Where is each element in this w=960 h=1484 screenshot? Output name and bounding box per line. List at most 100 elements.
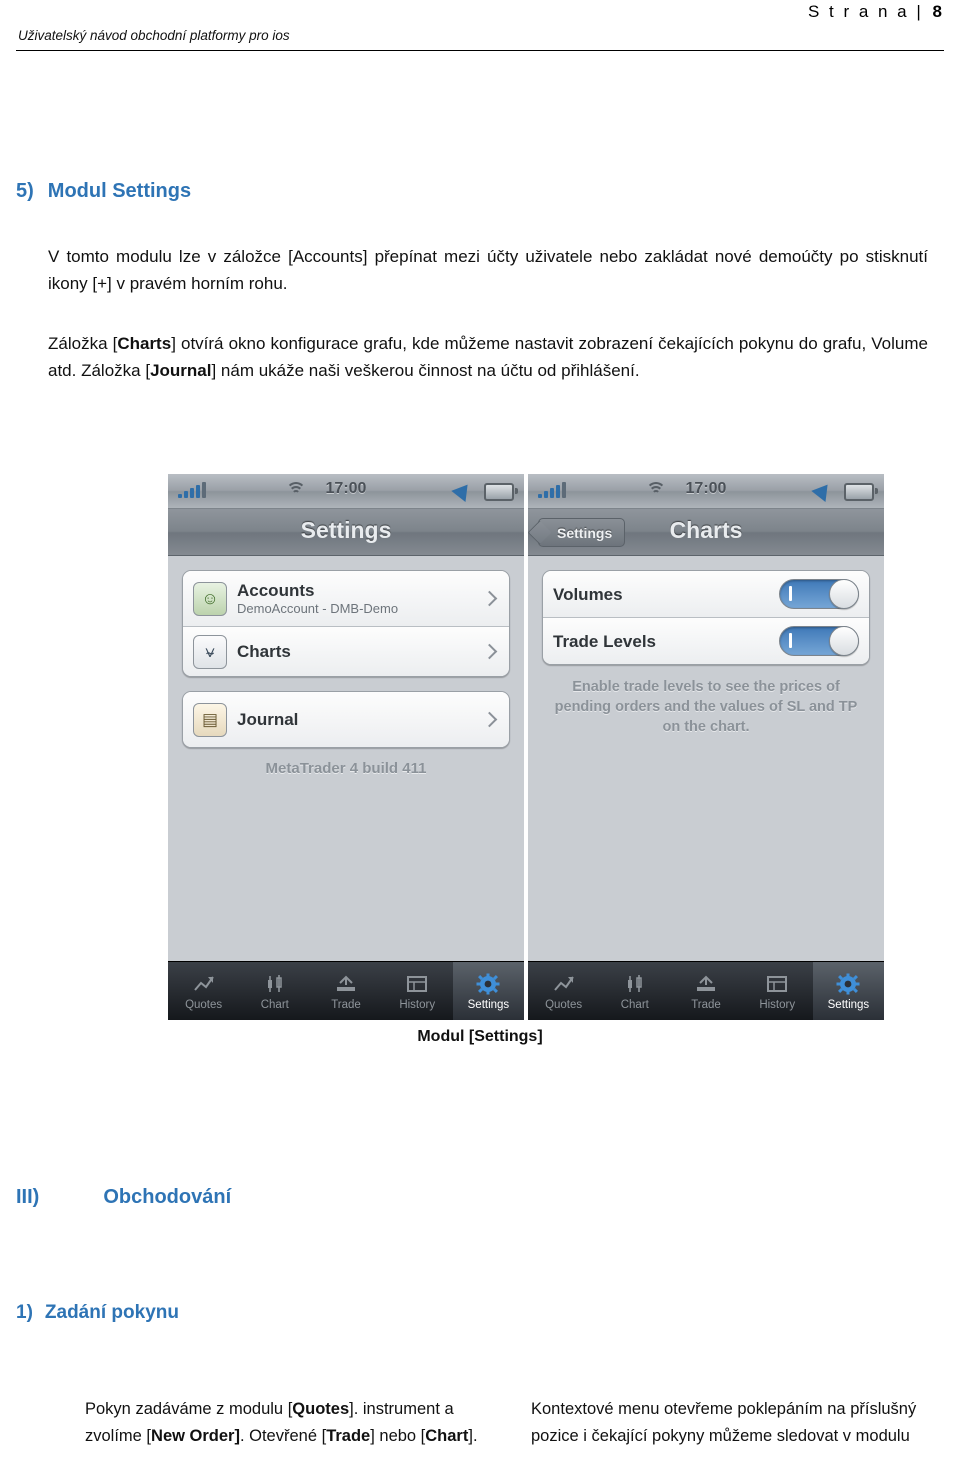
phone-screenshot-settings: 17:00 Settings ☺ Accounts DemoAccount - … xyxy=(168,474,524,1020)
col-left-quotes-label: Quotes xyxy=(292,1400,350,1418)
row-journal-text: Journal xyxy=(237,710,484,729)
trade-icon xyxy=(335,971,357,997)
quotes-icon xyxy=(553,971,575,997)
trade-icon xyxy=(695,971,717,997)
tab-trade[interactable]: Trade xyxy=(310,962,381,1020)
phone-screenshot-charts: 17:00 Settings Charts Volumes Trade Leve… xyxy=(528,474,884,1020)
col-left-neworder-label: New Order] xyxy=(151,1427,240,1445)
nav-bar-left: Settings xyxy=(168,509,524,556)
accounts-icon: ☺ xyxy=(193,581,227,616)
phone-left-content: ☺ Accounts DemoAccount - DMB-Demo ⍱ Char… xyxy=(168,570,524,978)
row-trade-levels-title: Trade Levels xyxy=(553,631,657,651)
page-label-text: S t r a n a xyxy=(807,2,910,21)
col-left-chart-label: Chart xyxy=(425,1427,469,1445)
phone-right-content: Volumes Trade Levels Enable trade levels… xyxy=(528,570,884,978)
tab-chart[interactable]: Chart xyxy=(239,962,310,1020)
tab-bar-right: Quotes Chart Trade History Settings xyxy=(528,961,884,1020)
tab-quotes-label: Quotes xyxy=(185,999,223,1011)
section-heading-trading: III) Obchodování xyxy=(16,1186,231,1209)
trade-levels-toggle-knob xyxy=(829,626,859,656)
tab-history-label: History xyxy=(759,999,796,1011)
para2-charts-label: Charts xyxy=(117,334,172,353)
col-left-part-i: ]. xyxy=(468,1427,478,1445)
chart-icon xyxy=(624,971,646,997)
figure-caption: Modul [Settings] xyxy=(417,1028,543,1045)
history-icon xyxy=(766,971,788,997)
chart-icon xyxy=(264,971,286,997)
row-accounts-subtitle: DemoAccount - DMB-Demo xyxy=(237,600,399,616)
history-icon xyxy=(406,971,428,997)
para2-part-a: Záložka [ xyxy=(48,334,118,353)
page-separator: | xyxy=(916,2,924,21)
nav-bar-right: Settings Charts xyxy=(528,509,884,556)
settings-gear-icon xyxy=(836,971,860,997)
trade-levels-toggle[interactable] xyxy=(779,626,859,656)
row-charts-title: Charts xyxy=(237,642,291,661)
trade-levels-hint: Enable trade levels to see the prices of… xyxy=(554,679,858,735)
charts-icon: ⍱ xyxy=(193,634,227,669)
row-accounts-title: Accounts xyxy=(237,580,315,600)
page-number-label: S t r a n a | 8 xyxy=(808,2,942,22)
battery-icon xyxy=(484,483,518,501)
tab-trade[interactable]: Trade xyxy=(670,962,741,1020)
section-title: Modul Settings xyxy=(47,180,192,202)
tab-trade-label: Trade xyxy=(691,999,721,1011)
tab-quotes-label: Quotes xyxy=(545,999,583,1011)
tab-history[interactable]: History xyxy=(382,962,453,1020)
para2-part-e: ] nám ukáže naši veškerou činnost na účt… xyxy=(211,361,640,380)
back-button-label: Settings xyxy=(557,524,613,541)
row-trade-levels[interactable]: Trade Levels xyxy=(543,618,869,664)
nav-title-settings: Settings xyxy=(300,517,392,543)
col-left-trade-label: Trade xyxy=(326,1427,371,1445)
build-version-label: MetaTrader 4 build 411 xyxy=(265,760,427,777)
row-accounts-text: Accounts DemoAccount - DMB-Demo xyxy=(237,581,484,617)
subsection-title: Zadání pokynu xyxy=(44,1302,179,1323)
quotes-icon xyxy=(193,971,215,997)
journal-icon: ▤ xyxy=(193,702,227,737)
tab-quotes[interactable]: Quotes xyxy=(528,962,599,1020)
volumes-toggle-knob xyxy=(829,579,859,609)
two-column-text: Pokyn zadáváme z modulu [Quotes]. instru… xyxy=(85,1396,945,1450)
row-charts[interactable]: ⍱ Charts xyxy=(183,627,509,676)
charts-group-1: Volumes Trade Levels xyxy=(542,570,870,665)
settings-gear-icon xyxy=(476,971,500,997)
row-volumes-title: Volumes xyxy=(553,584,623,604)
status-bar-left: 17:00 xyxy=(168,474,524,509)
page-number: 8 xyxy=(932,2,942,21)
tab-chart[interactable]: Chart xyxy=(599,962,670,1020)
row-journal[interactable]: ▤ Journal xyxy=(183,692,509,747)
tab-settings[interactable]: Settings xyxy=(812,962,884,1020)
subsection-number: 1) xyxy=(16,1302,33,1323)
tab-chart-label: Chart xyxy=(260,999,289,1011)
document-title: Uživatelský návod obchodní platformy pro… xyxy=(18,28,290,43)
chevron-right-icon xyxy=(481,590,498,607)
paragraph-accounts: V tomto modulu lze v záložce [Accounts] … xyxy=(48,247,928,293)
section-iii-title: Obchodování xyxy=(103,1186,232,1208)
para2-journal-label: Journal xyxy=(150,361,212,380)
col-left-part-a: Pokyn zadáváme z modulu [ xyxy=(85,1400,293,1418)
section-iii-number: III) xyxy=(16,1186,40,1208)
battery-icon xyxy=(844,483,878,501)
col-left-part-e: . Otevřené [ xyxy=(239,1427,327,1445)
section-heading-settings: 5) Modul Settings xyxy=(16,180,191,203)
figure-settings-screens: 17:00 Settings ☺ Accounts DemoAccount - … xyxy=(168,474,884,1020)
tab-trade-label: Trade xyxy=(331,999,361,1011)
tab-quotes[interactable]: Quotes xyxy=(168,962,239,1020)
column-right: Kontextové menu otevřeme poklepáním na p… xyxy=(531,1400,917,1445)
tab-settings[interactable]: Settings xyxy=(452,962,524,1020)
tab-chart-label: Chart xyxy=(620,999,649,1011)
row-volumes-text: Volumes xyxy=(553,585,779,604)
settings-group-2: ▤ Journal xyxy=(182,691,510,748)
header-divider xyxy=(16,50,944,51)
chevron-right-icon xyxy=(481,643,498,660)
row-volumes[interactable]: Volumes xyxy=(543,571,869,618)
subsection-heading-order-entry: 1) Zadání pokynu xyxy=(16,1302,179,1324)
tab-history[interactable]: History xyxy=(742,962,813,1020)
section-number: 5) xyxy=(16,180,34,202)
row-trade-levels-text: Trade Levels xyxy=(553,632,779,651)
row-journal-title: Journal xyxy=(237,710,299,729)
tab-history-label: History xyxy=(399,999,436,1011)
row-accounts[interactable]: ☺ Accounts DemoAccount - DMB-Demo xyxy=(183,571,509,627)
volumes-toggle[interactable] xyxy=(779,579,859,609)
paragraph-charts-journal: Záložka [Charts] otvírá okno konfigurace… xyxy=(48,330,928,384)
